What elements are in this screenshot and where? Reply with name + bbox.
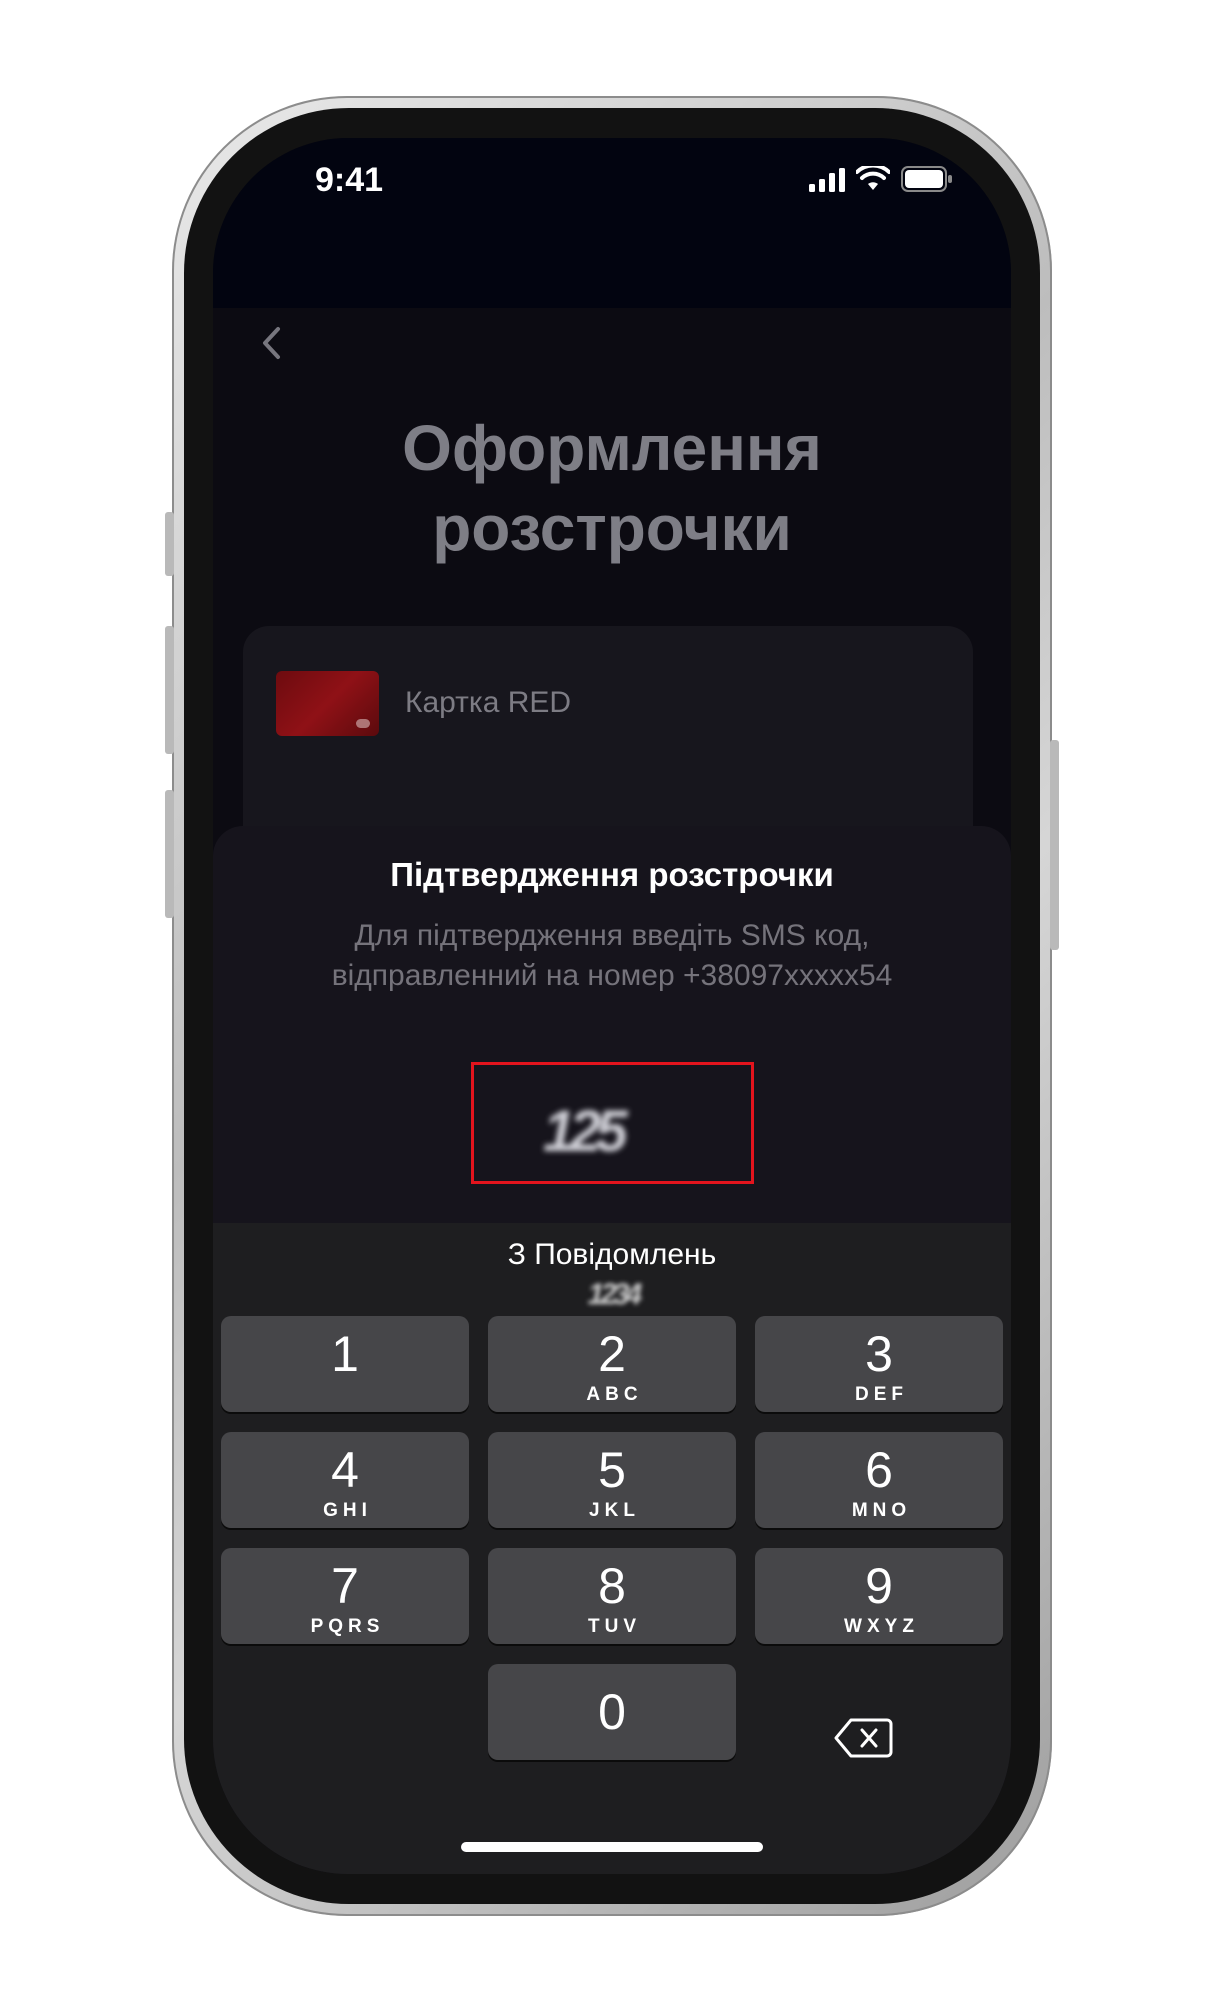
key-digit: 1: [331, 1326, 359, 1382]
status-time: 9:41: [315, 161, 384, 199]
key-digit: 3: [865, 1326, 893, 1382]
key-5[interactable]: 5 JKL: [488, 1432, 736, 1528]
autofill-suggestion-code[interactable]: 1234: [563, 1278, 663, 1312]
key-letters: WXYZ: [844, 1616, 919, 1637]
key-9[interactable]: 9 WXYZ: [755, 1548, 1003, 1644]
key-digit: 5: [598, 1442, 626, 1498]
sheet-title: Підтвердження розстрочки: [390, 856, 834, 893]
key-letters: JKL: [589, 1500, 640, 1521]
backspace-icon[interactable]: [833, 1716, 893, 1760]
volume-up-button: [165, 626, 174, 754]
code-highlight-box: [471, 1062, 754, 1184]
volume-down-button: [165, 790, 174, 918]
status-bar: 9:41: [213, 138, 1011, 308]
wifi-icon: [856, 166, 890, 190]
key-letters: PQRS: [310, 1616, 385, 1637]
key-digit: 6: [865, 1442, 893, 1498]
home-indicator[interactable]: [461, 1842, 763, 1852]
page-title: Оформлення розстрочки: [213, 408, 1011, 568]
key-digit: 8: [598, 1558, 626, 1614]
card-name: Картка RED: [405, 686, 572, 719]
key-letters: GHI: [323, 1500, 372, 1521]
key-1[interactable]: 1: [221, 1316, 469, 1412]
key-6[interactable]: 6 MNO: [755, 1432, 1003, 1528]
key-2[interactable]: 2 ABC: [488, 1316, 736, 1412]
key-3[interactable]: 3 DEF: [755, 1316, 1003, 1412]
silent-switch: [165, 512, 174, 576]
page-title-line2: розстрочки: [432, 492, 792, 564]
key-8[interactable]: 8 TUV: [488, 1548, 736, 1644]
key-digit: 9: [865, 1558, 893, 1614]
key-letters: TUV: [588, 1616, 641, 1637]
key-letters: DEF: [855, 1384, 908, 1405]
battery-icon: [901, 166, 952, 192]
key-digit: 2: [598, 1326, 626, 1382]
key-letters: MNO: [851, 1500, 912, 1521]
page-title-line1: Оформлення: [402, 412, 822, 484]
signal-icon: [809, 168, 845, 192]
sheet-description: Для підтвердження введіть SMS код, відпр…: [253, 916, 971, 996]
key-digit: 0: [598, 1684, 626, 1740]
card-logo-icon: [356, 719, 370, 728]
sheet-description-line2: відправленний на номер +38097xxxxx54: [331, 959, 893, 992]
key-0[interactable]: 0: [488, 1664, 736, 1760]
card-image: [276, 671, 379, 736]
key-7[interactable]: 7 PQRS: [221, 1548, 469, 1644]
key-letters: ABC: [586, 1384, 643, 1405]
chevron-left-icon[interactable]: [253, 323, 293, 363]
power-button: [1050, 740, 1059, 950]
key-digit: 7: [331, 1558, 359, 1614]
autofill-suggestion-label[interactable]: З Повідомлень: [213, 1238, 1011, 1272]
key-4[interactable]: 4 GHI: [221, 1432, 469, 1528]
phone-screen: 9:41 Оформлення розстрочки Картка RED Пі…: [213, 138, 1011, 1874]
key-digit: 4: [331, 1442, 359, 1498]
sheet-description-line1: Для підтвердження введіть SMS код,: [354, 919, 870, 952]
